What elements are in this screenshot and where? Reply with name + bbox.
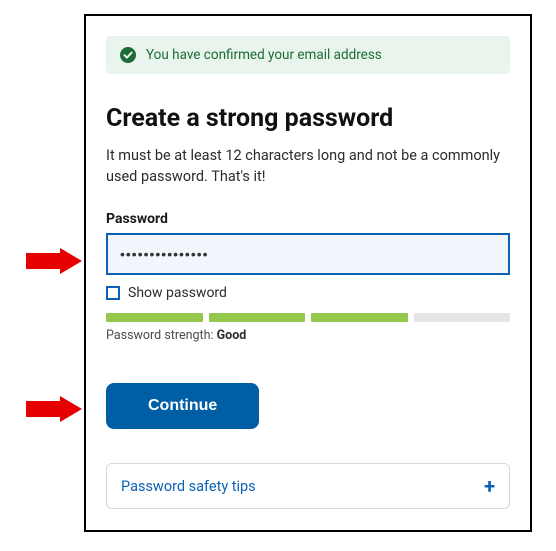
password-setup-card: You have confirmed your email address Cr… bbox=[84, 14, 532, 532]
success-alert-text: You have confirmed your email address bbox=[146, 47, 382, 63]
continue-button[interactable]: Continue bbox=[106, 383, 259, 429]
pointer-arrow-password bbox=[26, 248, 82, 274]
password-input[interactable] bbox=[106, 233, 510, 275]
password-tips-accordion[interactable]: Password safety tips + bbox=[106, 463, 510, 509]
success-alert: You have confirmed your email address bbox=[106, 36, 510, 74]
strength-segment bbox=[311, 313, 408, 322]
strength-segment bbox=[414, 313, 511, 322]
page-description: It must be at least 12 characters long a… bbox=[106, 145, 510, 187]
pointer-arrow-continue bbox=[26, 396, 82, 422]
strength-segment bbox=[209, 313, 306, 322]
password-input-wrap bbox=[106, 233, 510, 275]
show-password-toggle[interactable]: Show password bbox=[106, 285, 510, 301]
strength-meter bbox=[106, 313, 510, 322]
plus-icon: + bbox=[484, 476, 495, 496]
checkbox-icon bbox=[106, 286, 120, 300]
password-tips-label: Password safety tips bbox=[121, 478, 256, 495]
strength-prefix: Password strength: bbox=[106, 328, 217, 343]
strength-value: Good bbox=[217, 328, 247, 343]
strength-segment bbox=[106, 313, 203, 322]
show-password-label: Show password bbox=[128, 285, 227, 301]
page-heading: Create a strong password bbox=[106, 104, 510, 133]
strength-label: Password strength: Good bbox=[106, 328, 510, 343]
check-circle-icon bbox=[120, 47, 136, 63]
password-label: Password bbox=[106, 211, 510, 227]
